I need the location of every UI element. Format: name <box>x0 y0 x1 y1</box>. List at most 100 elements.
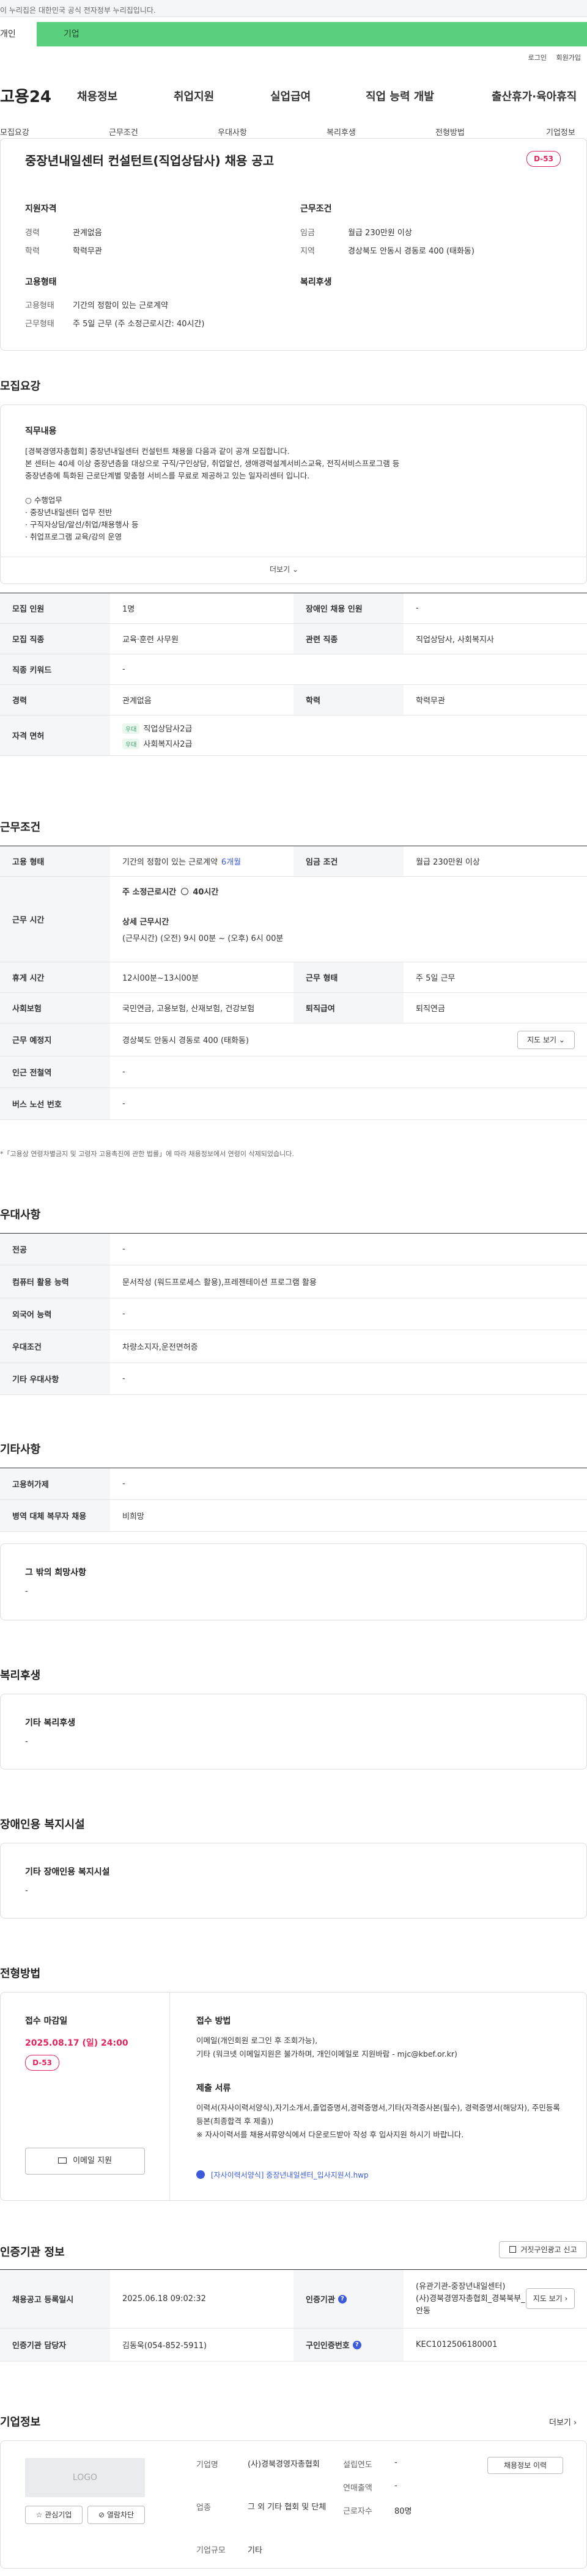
table-row: 외국어 능력 - <box>0 1298 587 1330</box>
other-wish-value: - <box>25 1587 28 1596</box>
tab-corporate[interactable]: 기업 <box>37 22 587 46</box>
map-view-button[interactable]: 지도 보기 ⌄ <box>517 1031 575 1049</box>
recruit-table: 모집 인원 1명 장애인 채용 인원 - 모집 직종 교육·훈련 사무원 관련 … <box>0 593 587 774</box>
benefit-card: 기타 복리후생 - <box>0 1694 587 1769</box>
subway-value: - <box>122 1067 125 1077</box>
gnb-item-jobs[interactable]: 채용정보 <box>77 88 117 104</box>
subnav-conditions[interactable]: 근무조건 <box>109 126 138 137</box>
method-content: 이메일(개인회원 로그인 후 조회가능), 기타 (워크넷 이메일지원은 불가하… <box>196 2034 563 2061</box>
table-row: 모집 인원 1명 장애인 채용 인원 - <box>0 593 587 624</box>
subnav-selection[interactable]: 전형방법 <box>435 126 465 137</box>
table-row: 우대조건 차량소지자,운전면허증 <box>0 1330 587 1363</box>
industry-label: 업종 <box>196 2503 211 2512</box>
subnav-company[interactable]: 기업정보 <box>546 126 575 137</box>
employment-period: 6개월 <box>221 858 242 867</box>
region-label: 지역 <box>300 247 315 256</box>
duty-line: 중장년층에 특화된 근로단계별 맞춤형 서비스를 무료로 제공하고 있는 일자리… <box>25 471 310 480</box>
career-value: 관계없음 <box>73 229 102 238</box>
company-section-heading: 기업정보 <box>0 2416 41 2429</box>
bus-value: - <box>122 1099 125 1108</box>
org-line: (사)경북경영자총협회_경북북부_안동 <box>416 2294 525 2316</box>
duty-line: · 중장년내일센터 업무 전반 <box>25 508 113 517</box>
benefit-box-value: - <box>25 1737 28 1746</box>
block-icon: ⊘ <box>98 2511 105 2519</box>
deadline-value: 2025.08.17 (일) 24:00 <box>25 2038 128 2048</box>
login-link[interactable]: 로그인 <box>528 54 547 62</box>
duty-more-button[interactable]: 더보기 ⌄ <box>270 564 298 574</box>
docs-heading: 제출 서류 <box>196 2084 231 2093</box>
site-logo[interactable]: 고용24 <box>0 84 51 107</box>
table-row: 인증기관 담당자 김동욱(054-852-5911) 구인인증번호 ? KEC1… <box>0 2329 587 2362</box>
weekly-hours-label: 주 소정근로시간 <box>122 888 177 897</box>
disabled-label: 장애인 채용 인원 <box>294 593 404 623</box>
age-law-note: *「고용상 연령차별금지 및 고령자 고용촉진에 관한 법률」에 따라 채용정보… <box>0 1150 294 1158</box>
insurance-label: 사회보험 <box>0 993 110 1023</box>
job-type-label: 모집 직종 <box>0 624 110 654</box>
benefit-section-heading: 복리후생 <box>0 1669 41 1682</box>
email-apply-button[interactable]: 이메일 지원 <box>25 2148 145 2175</box>
work-time-label: 근무 시간 <box>0 877 110 962</box>
employment-type-label: 고용 형태 <box>0 846 110 876</box>
benefit-box-heading: 기타 복리후생 <box>25 1718 76 1728</box>
military-label: 병역 대체 복무자 채용 <box>0 1500 110 1531</box>
headcount-label: 모집 인원 <box>0 593 110 623</box>
subnav-recruit[interactable]: 모집요강 <box>0 126 29 137</box>
org-map-label: 지도 보기 <box>533 2294 563 2303</box>
gnb-item-support[interactable]: 취업지원 <box>174 88 214 104</box>
company-logo: LOGO <box>25 2458 145 2497</box>
revenue-value: - <box>394 2481 397 2490</box>
table-row: 모집 직종 교육·훈련 사무원 관련 직종 직업상담사, 사회복지사 <box>0 624 587 654</box>
org-label-cell: 인증기관 ? <box>294 2270 404 2328</box>
keyword-label: 직종 키워드 <box>0 654 110 684</box>
welfare-heading: 복리후생 <box>300 277 332 287</box>
gov-notice: 이 누리집은 대한민국 공식 전자정부 누리집입니다. <box>0 6 156 15</box>
chevron-down-icon: ⌄ <box>292 565 299 574</box>
block-view-button[interactable]: ⊘ 열람차단 <box>87 2506 145 2524</box>
attachment-link[interactable]: [자사이력서양식] 중장년내일센터_입사지원서.hwp <box>196 2170 369 2180</box>
employment-type-text: 기간의 정함이 있는 근로계약 <box>122 858 218 867</box>
work-time-content: 주 소정근로시간 40시간 상세 근무시간 (근무시간) (오전) 9시 00분… <box>110 877 587 962</box>
report-icon <box>509 2246 516 2253</box>
employment-heading: 고용형태 <box>25 277 57 287</box>
tab-personal[interactable]: 개인 <box>0 22 37 46</box>
table-row: 고용 형태 기간의 정함이 있는 근로계약 6개월 임금 조건 월급 230만원… <box>0 846 587 877</box>
method-line: 기타 (워크넷 이메일지원은 불가하며, 개인이메일로 지원바람 - mjc@k… <box>196 2049 457 2058</box>
table-row: 휴게 시간 12시00분~13시00분 근무 형태 주 5일 근무 <box>0 962 587 993</box>
detail-hours-heading: 상세 근무시간 <box>122 918 169 927</box>
mail-icon <box>57 2157 67 2164</box>
pref-table: 전공 - 컴퓨터 활용 능력 문서작성 (워드프로세스 활용),프레젠테이션 프… <box>0 1233 587 1395</box>
selection-section-heading: 전형방법 <box>0 1967 41 1980</box>
org-label: 인증기관 <box>306 2296 335 2305</box>
wage-value: 월급 230만원 이상 <box>416 858 480 867</box>
table-row: 고용허가제 - <box>0 1468 587 1500</box>
computer-value: 문서작성 (워드프로세스 활용),프레젠테이션 프로그램 활용 <box>122 1278 317 1287</box>
help-icon[interactable]: ? <box>338 2294 347 2303</box>
employees-label: 근로자수 <box>343 2507 372 2516</box>
major-value: - <box>122 1245 125 1254</box>
report-fake-ad-button[interactable]: 거짓구인광고 신고 <box>499 2241 587 2258</box>
gnb-item-unemployment[interactable]: 실업급여 <box>270 88 311 104</box>
founded-value: - <box>394 2458 397 2467</box>
signup-link[interactable]: 회원가입 <box>556 54 581 62</box>
job-history-button[interactable]: 채용정보 이력 <box>487 2457 563 2474</box>
revenue-label: 연매출액 <box>343 2484 372 2493</box>
other-wish-card: 그 밖의 희망사항 - <box>0 1543 587 1620</box>
favorite-company-label: 관심기업 <box>45 2511 72 2519</box>
place-value: 경상북도 안동시 경동로 400 (태화동) <box>122 1036 249 1045</box>
file-icon <box>196 2170 205 2179</box>
job-title: 중장년내일센터 컨설턴트(직업상담사) 채용 공고 <box>25 153 275 168</box>
subnav-welfare[interactable]: 복리후생 <box>327 126 356 137</box>
gnb-item-training[interactable]: 직업 능력 개발 <box>366 88 434 104</box>
agency-table: 채용공고 등록일시 2025.06.18 09:02:32 인증기관 ? (유관… <box>0 2269 587 2362</box>
gnb-item-leave[interactable]: 출산휴가·육아휴직 <box>492 88 577 104</box>
company-more-link[interactable]: 더보기 › <box>549 2416 577 2428</box>
career-label: 경력 <box>25 229 40 238</box>
org-map-button[interactable]: 지도 보기 › <box>526 2288 575 2309</box>
table-row: 근무 예정지 경상북도 안동시 경동로 400 (태화동) 지도 보기 ⌄ <box>0 1023 587 1056</box>
duty-heading: 직무내용 <box>25 426 57 436</box>
favorite-company-button[interactable]: ☆ 관심기업 <box>25 2506 83 2524</box>
license-list: 우대 직업상담사2급 우대 사회복지사2급 <box>110 715 587 755</box>
company-more-label: 더보기 <box>549 2418 571 2428</box>
subnav-preference[interactable]: 우대사항 <box>218 126 247 137</box>
help-icon[interactable]: ? <box>352 2340 361 2349</box>
